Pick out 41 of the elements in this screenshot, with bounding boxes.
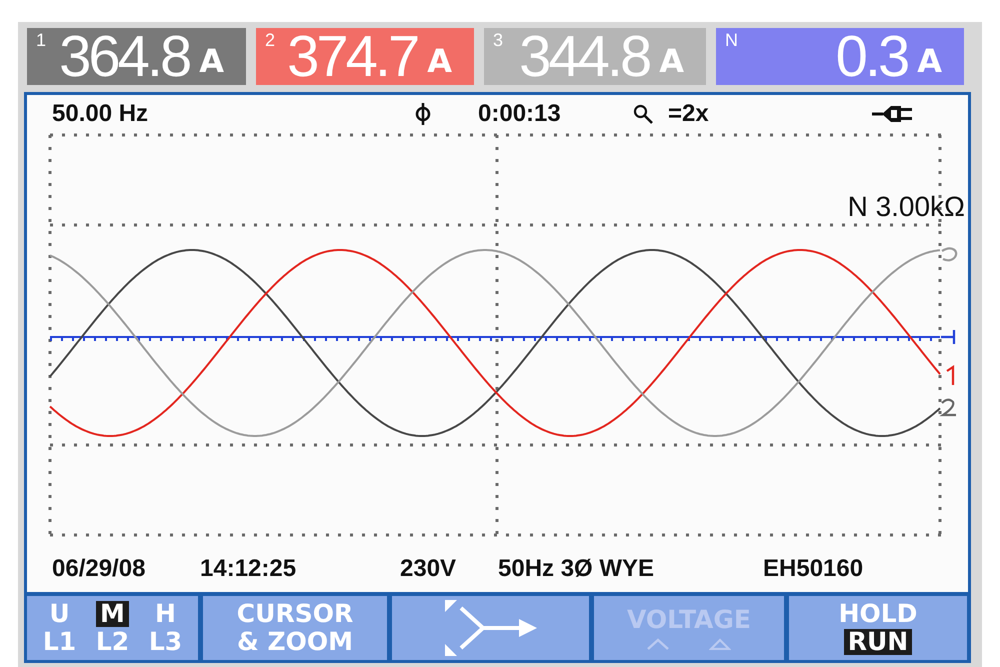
zoom-factor: =2x: [668, 100, 709, 128]
frequency-reading: 50.00 Hz: [52, 100, 148, 128]
chevron-up-icon: [647, 638, 669, 650]
mode-option: M: [96, 600, 129, 627]
unit-label: A: [659, 44, 684, 76]
reading-value: 364.8: [59, 28, 190, 86]
triangle-up-icon: [709, 638, 731, 650]
mode-option: L2: [92, 629, 134, 656]
split-arrow-icon: [444, 600, 536, 656]
reading-value: 0.3: [836, 28, 908, 86]
reading-value: 374.7: [287, 28, 418, 86]
elapsed-time: 0:00:13: [478, 100, 561, 128]
scale-label: N 3.00kΩ: [848, 191, 965, 223]
trace-end-marker-icon: [940, 328, 956, 346]
softkey[interactable]: U M H L1 L2 L3: [27, 596, 198, 660]
voltage-text: 230V: [400, 555, 456, 583]
trace-end-marker-icon: [942, 247, 958, 262]
mode-option: H: [151, 600, 180, 627]
phi-icon: [415, 102, 431, 126]
unit-label: A: [199, 44, 224, 76]
mode-option: HOLD: [834, 600, 922, 627]
date-text: 06/29/08: [52, 555, 146, 583]
channel-label: N: [725, 31, 738, 51]
mode-option: L3: [144, 629, 186, 656]
mode-option: L1: [38, 629, 80, 656]
magnifier-icon: [633, 104, 653, 124]
plug-icon: [872, 104, 912, 124]
channel-label: 2: [265, 31, 276, 51]
mode-option: RUN: [844, 629, 912, 656]
softkey[interactable]: [392, 596, 589, 660]
mode-option: U: [45, 600, 74, 627]
serial-number: EH50160: [763, 555, 864, 583]
softkey[interactable]: HOLD RUN: [789, 596, 967, 660]
trace-end-marker-icon: [946, 364, 954, 385]
channel-label: 3: [493, 31, 504, 51]
channel-label: 1: [36, 31, 46, 51]
unit-label: A: [917, 44, 942, 76]
time-text: 14:12:25: [200, 555, 296, 583]
reading-value: 344.8: [519, 28, 650, 86]
unit-label: A: [427, 44, 452, 76]
configuration-text: 50Hz 3Ø WYE: [498, 555, 654, 583]
